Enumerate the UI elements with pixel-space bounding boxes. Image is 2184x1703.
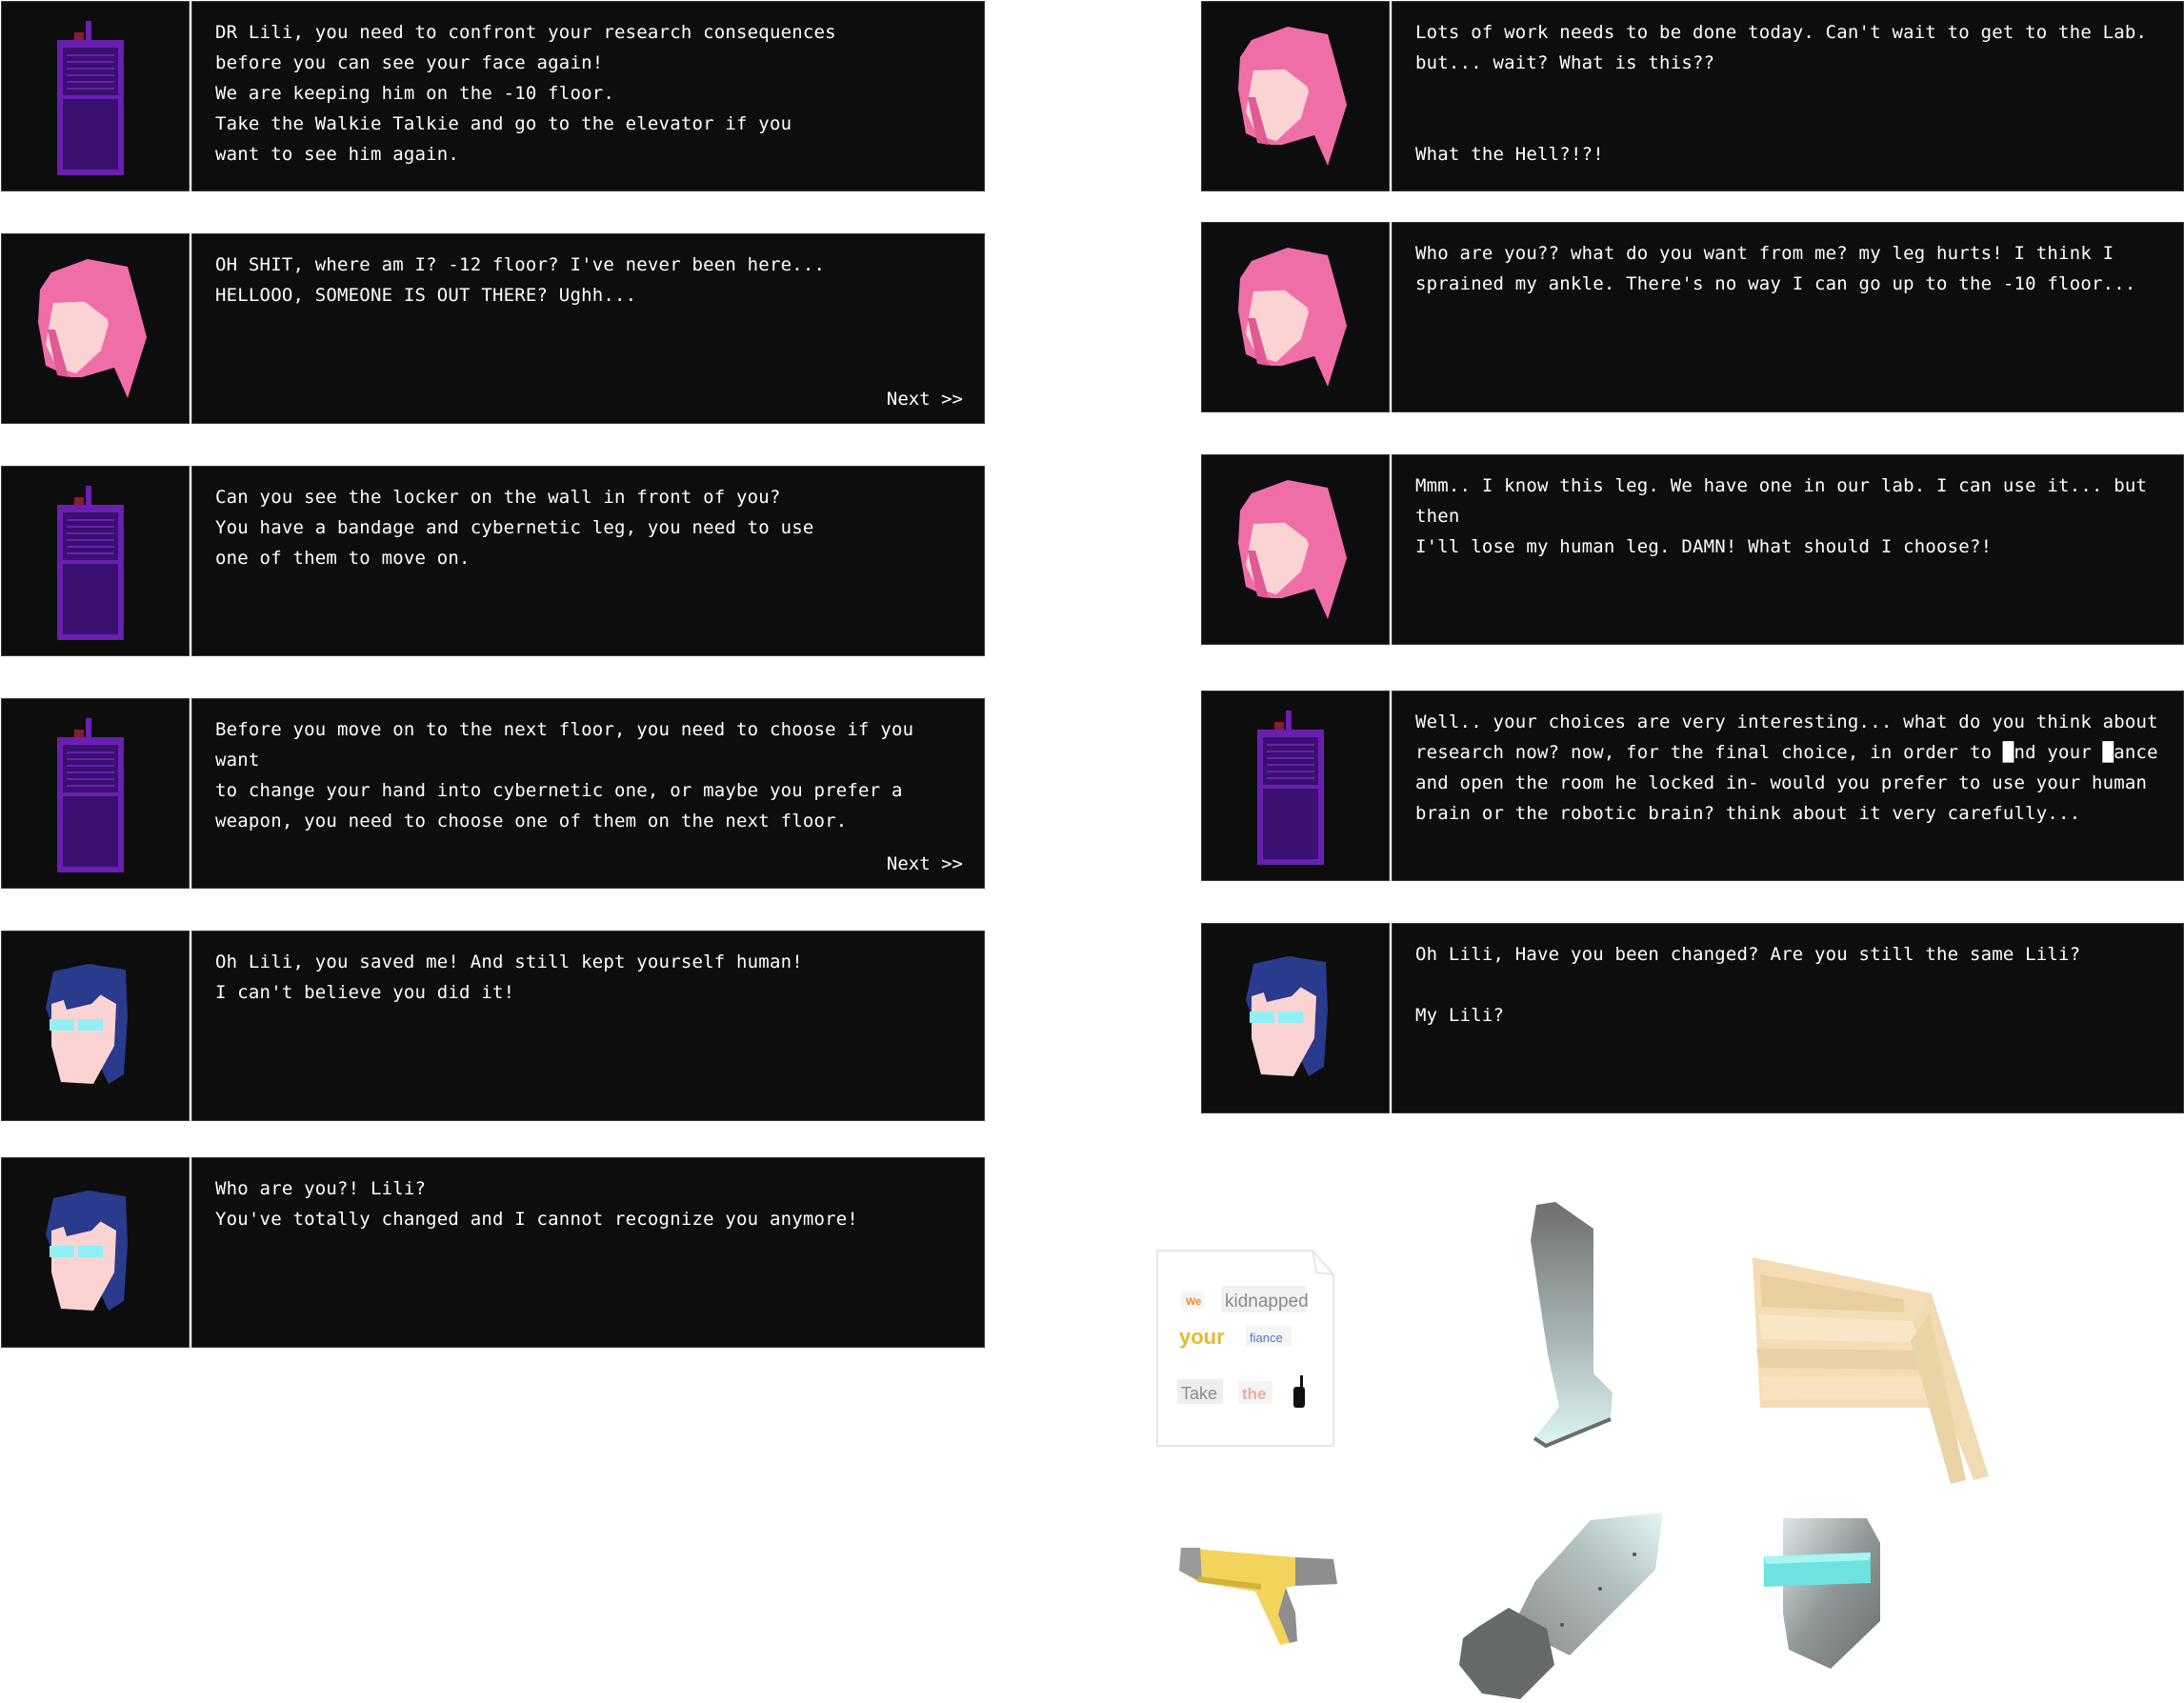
dialog-text-box: Oh Lili, you saved me! And still kept yo… bbox=[191, 931, 985, 1121]
next-button[interactable]: Next >> bbox=[887, 389, 963, 410]
lili-portrait bbox=[1201, 1, 1390, 191]
fiance-portrait bbox=[1, 1157, 190, 1348]
dialog-text-box: Oh Lili, Have you been changed? Are you … bbox=[1392, 923, 2184, 1113]
lili-portrait bbox=[1201, 222, 1390, 412]
dialog-line: one of them to move on. bbox=[215, 548, 471, 569]
dialog-text: Lots of work needs to be done today. Can… bbox=[1415, 17, 2164, 170]
dialog-text-box: OH SHIT, where am I? -12 floor? I've nev… bbox=[191, 233, 985, 424]
dialog-line: brain or the robotic brain? think about … bbox=[1415, 803, 2081, 824]
dialog-text: OH SHIT, where am I? -12 floor? I've nev… bbox=[215, 250, 965, 311]
dialog-line: I can't believe you did it! bbox=[215, 982, 515, 1003]
dialog-line bbox=[1415, 109, 2164, 139]
dialog-text: Mmm.. I know this leg. We have one in ou… bbox=[1415, 471, 2164, 562]
dialog-line: Who are you?? what do you want from me? … bbox=[1415, 243, 2114, 264]
lili-portrait-icon bbox=[38, 259, 147, 398]
dialog-text-box: Well.. your choices are very interesting… bbox=[1392, 691, 2184, 881]
dialog-line: HELLOOO, SOMEONE IS OUT THERE? Ughh... bbox=[215, 285, 637, 306]
ransom-word-fiance: fiance bbox=[1250, 1331, 1283, 1345]
ransom-word-we: We bbox=[1186, 1296, 1201, 1308]
dialog-line: Before you move on to the next floor, yo… bbox=[215, 719, 925, 771]
dialog-text: Well.. your choices are very interesting… bbox=[1415, 707, 2164, 829]
dialog-text-box: Who are you?? what do you want from me? … bbox=[1392, 222, 2184, 412]
lili-portrait-icon bbox=[1238, 27, 1347, 166]
dialog-line: I'll lose my human leg. DAMN! What shoul… bbox=[1415, 536, 1993, 557]
lili-portrait bbox=[1201, 454, 1390, 645]
dialog-line: Who are you?! Lili? bbox=[215, 1178, 427, 1199]
fiance-portrait-icon bbox=[46, 1191, 128, 1311]
ransom-note[interactable]: We kidnapped your fiance Take the bbox=[1152, 1246, 1343, 1451]
dialog-line: but... wait? What is this?? bbox=[1415, 52, 1715, 73]
dialog-line: research now? now, for the final choice,… bbox=[1415, 742, 2158, 763]
cybernetic-arm[interactable] bbox=[1455, 1513, 1665, 1703]
walkie-talkie-portrait bbox=[1, 1, 190, 191]
walkie-talkie-portrait bbox=[1201, 691, 1390, 881]
dialog-line: OH SHIT, where am I? -12 floor? I've nev… bbox=[215, 254, 826, 275]
dialog-text-box: Who are you?! Lili? You've totally change… bbox=[191, 1157, 985, 1348]
dialog-text: Who are you?! Lili? You've totally change… bbox=[215, 1173, 965, 1234]
dialog-text-box: Lots of work needs to be done today. Can… bbox=[1392, 1, 2184, 191]
bandage[interactable] bbox=[1751, 1255, 1998, 1484]
dialog-line: You've totally changed and I cannot reco… bbox=[215, 1209, 859, 1230]
dialog-line: Can you see the locker on the wall in fr… bbox=[215, 487, 781, 508]
fiance-portrait bbox=[1201, 923, 1390, 1113]
dialog-text: Who are you?? what do you want from me? … bbox=[1415, 238, 2164, 299]
dialog-line: Well.. your choices are very interesting… bbox=[1415, 711, 2158, 732]
ransom-word-take: Take bbox=[1181, 1384, 1217, 1403]
dialog-line: Lots of work needs to be done today. Can… bbox=[1415, 22, 2148, 43]
lili-portrait-icon bbox=[1238, 248, 1347, 387]
fiance-portrait-icon bbox=[46, 964, 128, 1084]
dialog-line: Mmm.. I know this leg. We have one in ou… bbox=[1415, 475, 2158, 527]
dialog-text-box: Mmm.. I know this leg. We have one in ou… bbox=[1392, 454, 2184, 645]
dialog-line: to change your hand into cybernetic one,… bbox=[215, 780, 903, 801]
walkie-talkie-portrait bbox=[1, 466, 190, 656]
dialog-line: weapon, you need to choose one of them o… bbox=[215, 811, 848, 831]
robotic-head[interactable] bbox=[1760, 1514, 1884, 1672]
dialog-text-box: Can you see the locker on the wall in fr… bbox=[191, 466, 985, 656]
dialog-text: Oh Lili, Have you been changed? Are you … bbox=[1415, 939, 2164, 1031]
walkie-talkie-icon bbox=[57, 486, 124, 640]
dialog-text-box: DR Lili, you need to confront your resea… bbox=[191, 1, 985, 191]
dialog-line: DR Lili, you need to confront your resea… bbox=[215, 22, 836, 43]
dialog-line: Take the Walkie Talkie and go to the ele… bbox=[215, 113, 792, 134]
gun[interactable] bbox=[1173, 1538, 1340, 1648]
dialog-line: We are keeping him on the -10 floor. bbox=[215, 83, 615, 104]
dialog-text: Oh Lili, you saved me! And still kept yo… bbox=[215, 947, 965, 1008]
dialog-text: Can you see the locker on the wall in fr… bbox=[215, 482, 965, 573]
dialog-line: before you can see your face again! bbox=[215, 52, 604, 73]
lili-portrait bbox=[1, 233, 190, 424]
lili-portrait-icon bbox=[1238, 480, 1347, 619]
ransom-word-the: the bbox=[1242, 1385, 1267, 1403]
dialog-line bbox=[1415, 970, 2164, 1000]
dialog-text-box: Before you move on to the next floor, yo… bbox=[191, 698, 985, 889]
walkie-talkie-portrait bbox=[1, 698, 190, 889]
dialog-line: Oh Lili, you saved me! And still kept yo… bbox=[215, 952, 803, 972]
dialog-line: sprained my ankle. There's no way I can … bbox=[1415, 273, 2136, 294]
walkie-talkie-icon bbox=[57, 21, 124, 175]
dialog-text: DR Lili, you need to confront your resea… bbox=[215, 17, 965, 170]
next-button[interactable]: Next >> bbox=[887, 853, 963, 874]
dialog-line bbox=[1415, 78, 2164, 109]
dialog-line: Oh Lili, Have you been changed? Are you … bbox=[1415, 944, 2081, 965]
dialog-line: want to see him again. bbox=[215, 144, 460, 165]
walkie-talkie-icon bbox=[1257, 711, 1324, 865]
fiance-portrait-icon bbox=[1246, 956, 1328, 1076]
ransom-word-kidnapped: kidnapped bbox=[1225, 1292, 1309, 1312]
walkie-talkie-icon bbox=[57, 718, 124, 872]
cybernetic-leg[interactable] bbox=[1519, 1202, 1624, 1454]
dialog-text: Before you move on to the next floor, yo… bbox=[215, 714, 965, 836]
ransom-word-your: your bbox=[1179, 1325, 1225, 1349]
dialog-line: My Lili? bbox=[1415, 1005, 1505, 1026]
dialog-line: What the Hell?!?! bbox=[1415, 144, 1604, 165]
dialog-line: You have a bandage and cybernetic leg, y… bbox=[215, 517, 814, 538]
dialog-line: and open the room he locked in- would yo… bbox=[1415, 772, 2148, 793]
fiance-portrait bbox=[1, 931, 190, 1121]
